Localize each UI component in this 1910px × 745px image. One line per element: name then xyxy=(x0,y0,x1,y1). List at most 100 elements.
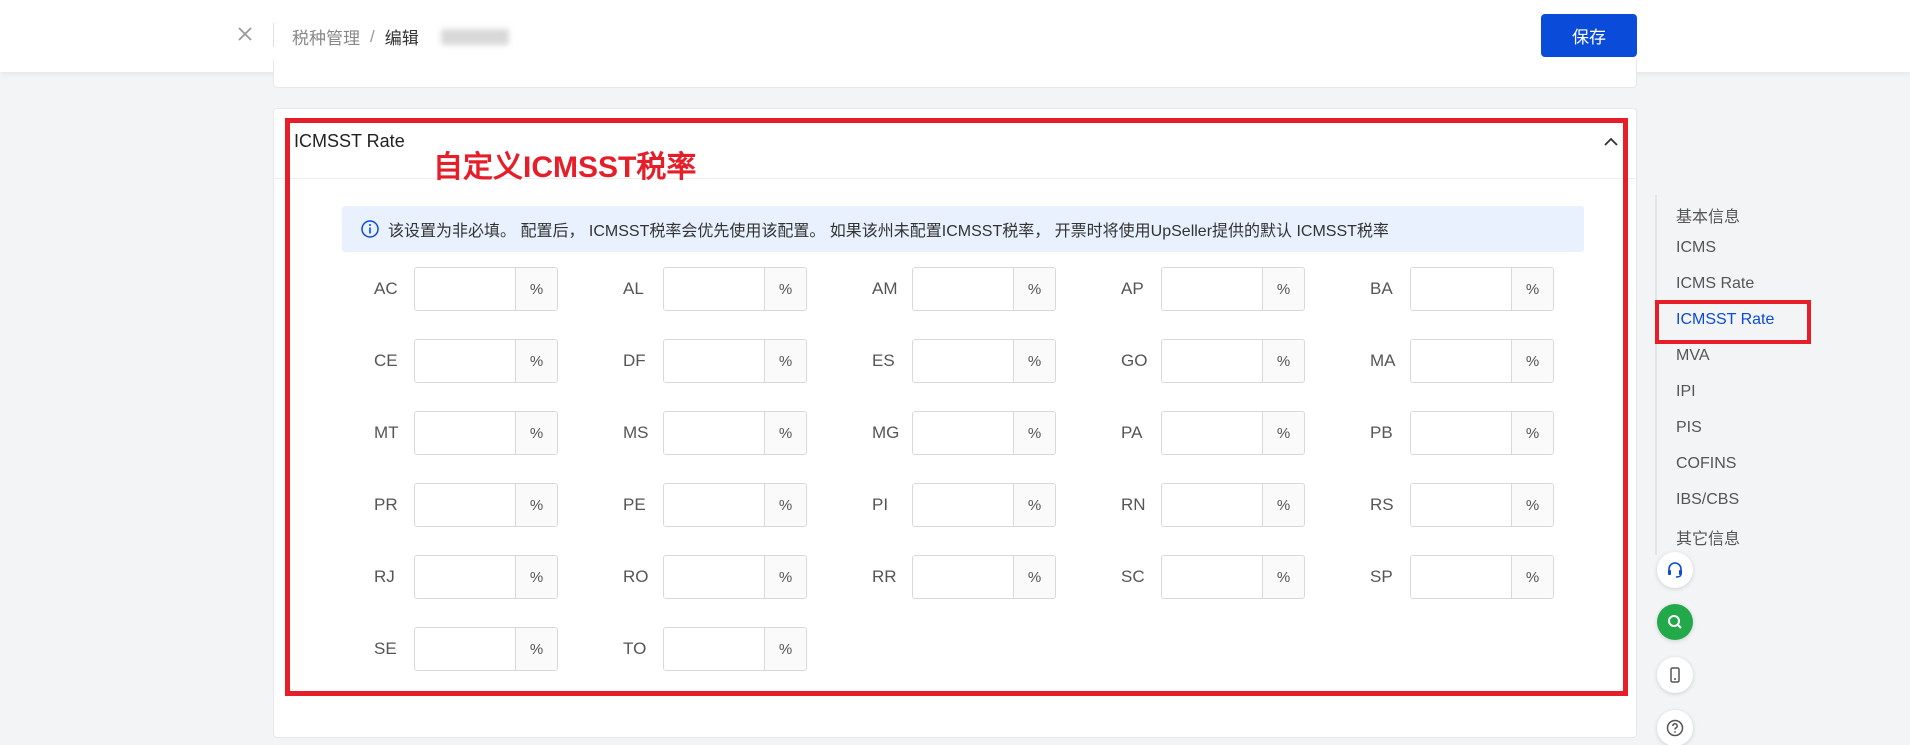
rate-input-ap[interactable] xyxy=(1162,268,1262,310)
rate-field-ro: RO% xyxy=(623,555,807,599)
percent-suffix: % xyxy=(515,340,557,382)
help-icon[interactable] xyxy=(1657,710,1693,745)
percent-suffix: % xyxy=(764,412,806,454)
annotation-label: 自定义ICMSST税率 xyxy=(433,151,697,184)
rate-input-rj[interactable] xyxy=(415,556,515,598)
percent-suffix: % xyxy=(764,340,806,382)
info-notice: 该设置为非必填。 配置后， ICMSST税率会优先使用该配置。 如果该州未配置I… xyxy=(342,206,1584,252)
rate-field-sc: SC% xyxy=(1121,555,1305,599)
rate-input-am[interactable] xyxy=(913,268,1013,310)
mobile-icon[interactable] xyxy=(1657,657,1693,693)
rate-input-mg[interactable] xyxy=(913,412,1013,454)
nav-item-basic-info[interactable]: 基本信息 xyxy=(1676,203,1740,227)
percent-suffix: % xyxy=(1262,556,1304,598)
rate-input-sc[interactable] xyxy=(1162,556,1262,598)
percent-suffix: % xyxy=(1511,556,1553,598)
rate-input-se[interactable] xyxy=(415,628,515,670)
rate-input-sp[interactable] xyxy=(1411,556,1511,598)
rate-field-to: TO% xyxy=(623,627,807,671)
rate-input-to[interactable] xyxy=(664,628,764,670)
section-title: ICMSST Rate xyxy=(294,131,405,151)
rate-input-group: % xyxy=(414,411,558,455)
rate-label: RR xyxy=(872,567,897,586)
rate-label: AM xyxy=(872,279,898,298)
rate-input-rs[interactable] xyxy=(1411,484,1511,526)
rate-label: AL xyxy=(623,279,644,298)
rate-input-ma[interactable] xyxy=(1411,340,1511,382)
breadcrumb: 税种管理 / 编辑 xyxy=(292,24,509,49)
percent-suffix: % xyxy=(1013,268,1055,310)
rate-input-pr[interactable] xyxy=(415,484,515,526)
breadcrumb-separator: / xyxy=(370,26,375,46)
rate-field-pa: PA% xyxy=(1121,411,1305,455)
rate-label: MG xyxy=(872,423,900,442)
rate-label: CE xyxy=(374,351,398,370)
rate-input-pe[interactable] xyxy=(664,484,764,526)
nav-item-icms-rate[interactable]: ICMS Rate xyxy=(1676,275,1754,293)
percent-suffix: % xyxy=(764,484,806,526)
rate-input-rr[interactable] xyxy=(913,556,1013,598)
rate-label: SE xyxy=(374,639,397,658)
nav-item-icms[interactable]: ICMS xyxy=(1676,239,1716,257)
percent-suffix: % xyxy=(1262,412,1304,454)
rate-label: GO xyxy=(1121,351,1148,370)
notice-text: 该设置为非必填。 配置后， ICMSST税率会优先使用该配置。 如果该州未配置I… xyxy=(388,223,1389,240)
percent-suffix: % xyxy=(1511,340,1553,382)
rate-input-group: % xyxy=(663,555,807,599)
rate-input-group: % xyxy=(1410,483,1554,527)
chevron-up-icon[interactable] xyxy=(1600,131,1622,153)
percent-suffix: % xyxy=(764,268,806,310)
rate-input-rn[interactable] xyxy=(1162,484,1262,526)
percent-suffix: % xyxy=(1013,484,1055,526)
rate-input-group: % xyxy=(414,483,558,527)
close-icon[interactable] xyxy=(233,22,257,46)
header-divider xyxy=(273,23,274,47)
breadcrumb-root[interactable]: 税种管理 xyxy=(292,24,360,49)
rate-input-ba[interactable] xyxy=(1411,268,1511,310)
nav-item-icmsst-rate[interactable]: ICMSST Rate xyxy=(1676,311,1774,329)
rate-label: RN xyxy=(1121,495,1146,514)
rate-input-pa[interactable] xyxy=(1162,412,1262,454)
rate-field-pi: PI% xyxy=(872,483,1056,527)
nav-item-mva[interactable]: MVA xyxy=(1676,347,1709,365)
rate-field-df: DF% xyxy=(623,339,807,383)
rate-label: RJ xyxy=(374,567,395,586)
rate-input-ac[interactable] xyxy=(415,268,515,310)
nav-item-pis[interactable]: PIS xyxy=(1676,419,1702,437)
rate-field-ms: MS% xyxy=(623,411,807,455)
nav-item-other-info[interactable]: 其它信息 xyxy=(1676,525,1740,549)
rate-field-rn: RN% xyxy=(1121,483,1305,527)
rate-label: MA xyxy=(1370,351,1396,370)
rate-input-df[interactable] xyxy=(664,340,764,382)
rate-input-ce[interactable] xyxy=(415,340,515,382)
rate-input-group: % xyxy=(663,411,807,455)
rate-input-al[interactable] xyxy=(664,268,764,310)
rate-input-go[interactable] xyxy=(1162,340,1262,382)
percent-suffix: % xyxy=(1013,412,1055,454)
rate-input-group: % xyxy=(1161,339,1305,383)
rate-label: RS xyxy=(1370,495,1394,514)
percent-suffix: % xyxy=(515,412,557,454)
rate-input-es[interactable] xyxy=(913,340,1013,382)
customer-service-icon[interactable] xyxy=(1657,552,1693,588)
rate-input-pb[interactable] xyxy=(1411,412,1511,454)
rate-field-pr: PR% xyxy=(374,483,558,527)
rate-label: DF xyxy=(623,351,646,370)
rate-label: PE xyxy=(623,495,646,514)
nav-item-ipi[interactable]: IPI xyxy=(1676,383,1696,401)
rate-input-ro[interactable] xyxy=(664,556,764,598)
rate-input-group: % xyxy=(663,627,807,671)
save-button[interactable]: 保存 xyxy=(1541,14,1637,57)
info-icon xyxy=(361,220,379,238)
rate-label: BA xyxy=(1370,279,1393,298)
nav-item-cofins[interactable]: COFINS xyxy=(1676,455,1736,473)
rate-label: AC xyxy=(374,279,398,298)
rate-input-ms[interactable] xyxy=(664,412,764,454)
rate-field-sp: SP% xyxy=(1370,555,1554,599)
nav-item-ibs-cbs[interactable]: IBS/CBS xyxy=(1676,491,1739,509)
rate-input-pi[interactable] xyxy=(913,484,1013,526)
search-icon[interactable] xyxy=(1657,604,1693,640)
percent-suffix: % xyxy=(1262,484,1304,526)
rate-input-mt[interactable] xyxy=(415,412,515,454)
rate-input-group: % xyxy=(912,555,1056,599)
